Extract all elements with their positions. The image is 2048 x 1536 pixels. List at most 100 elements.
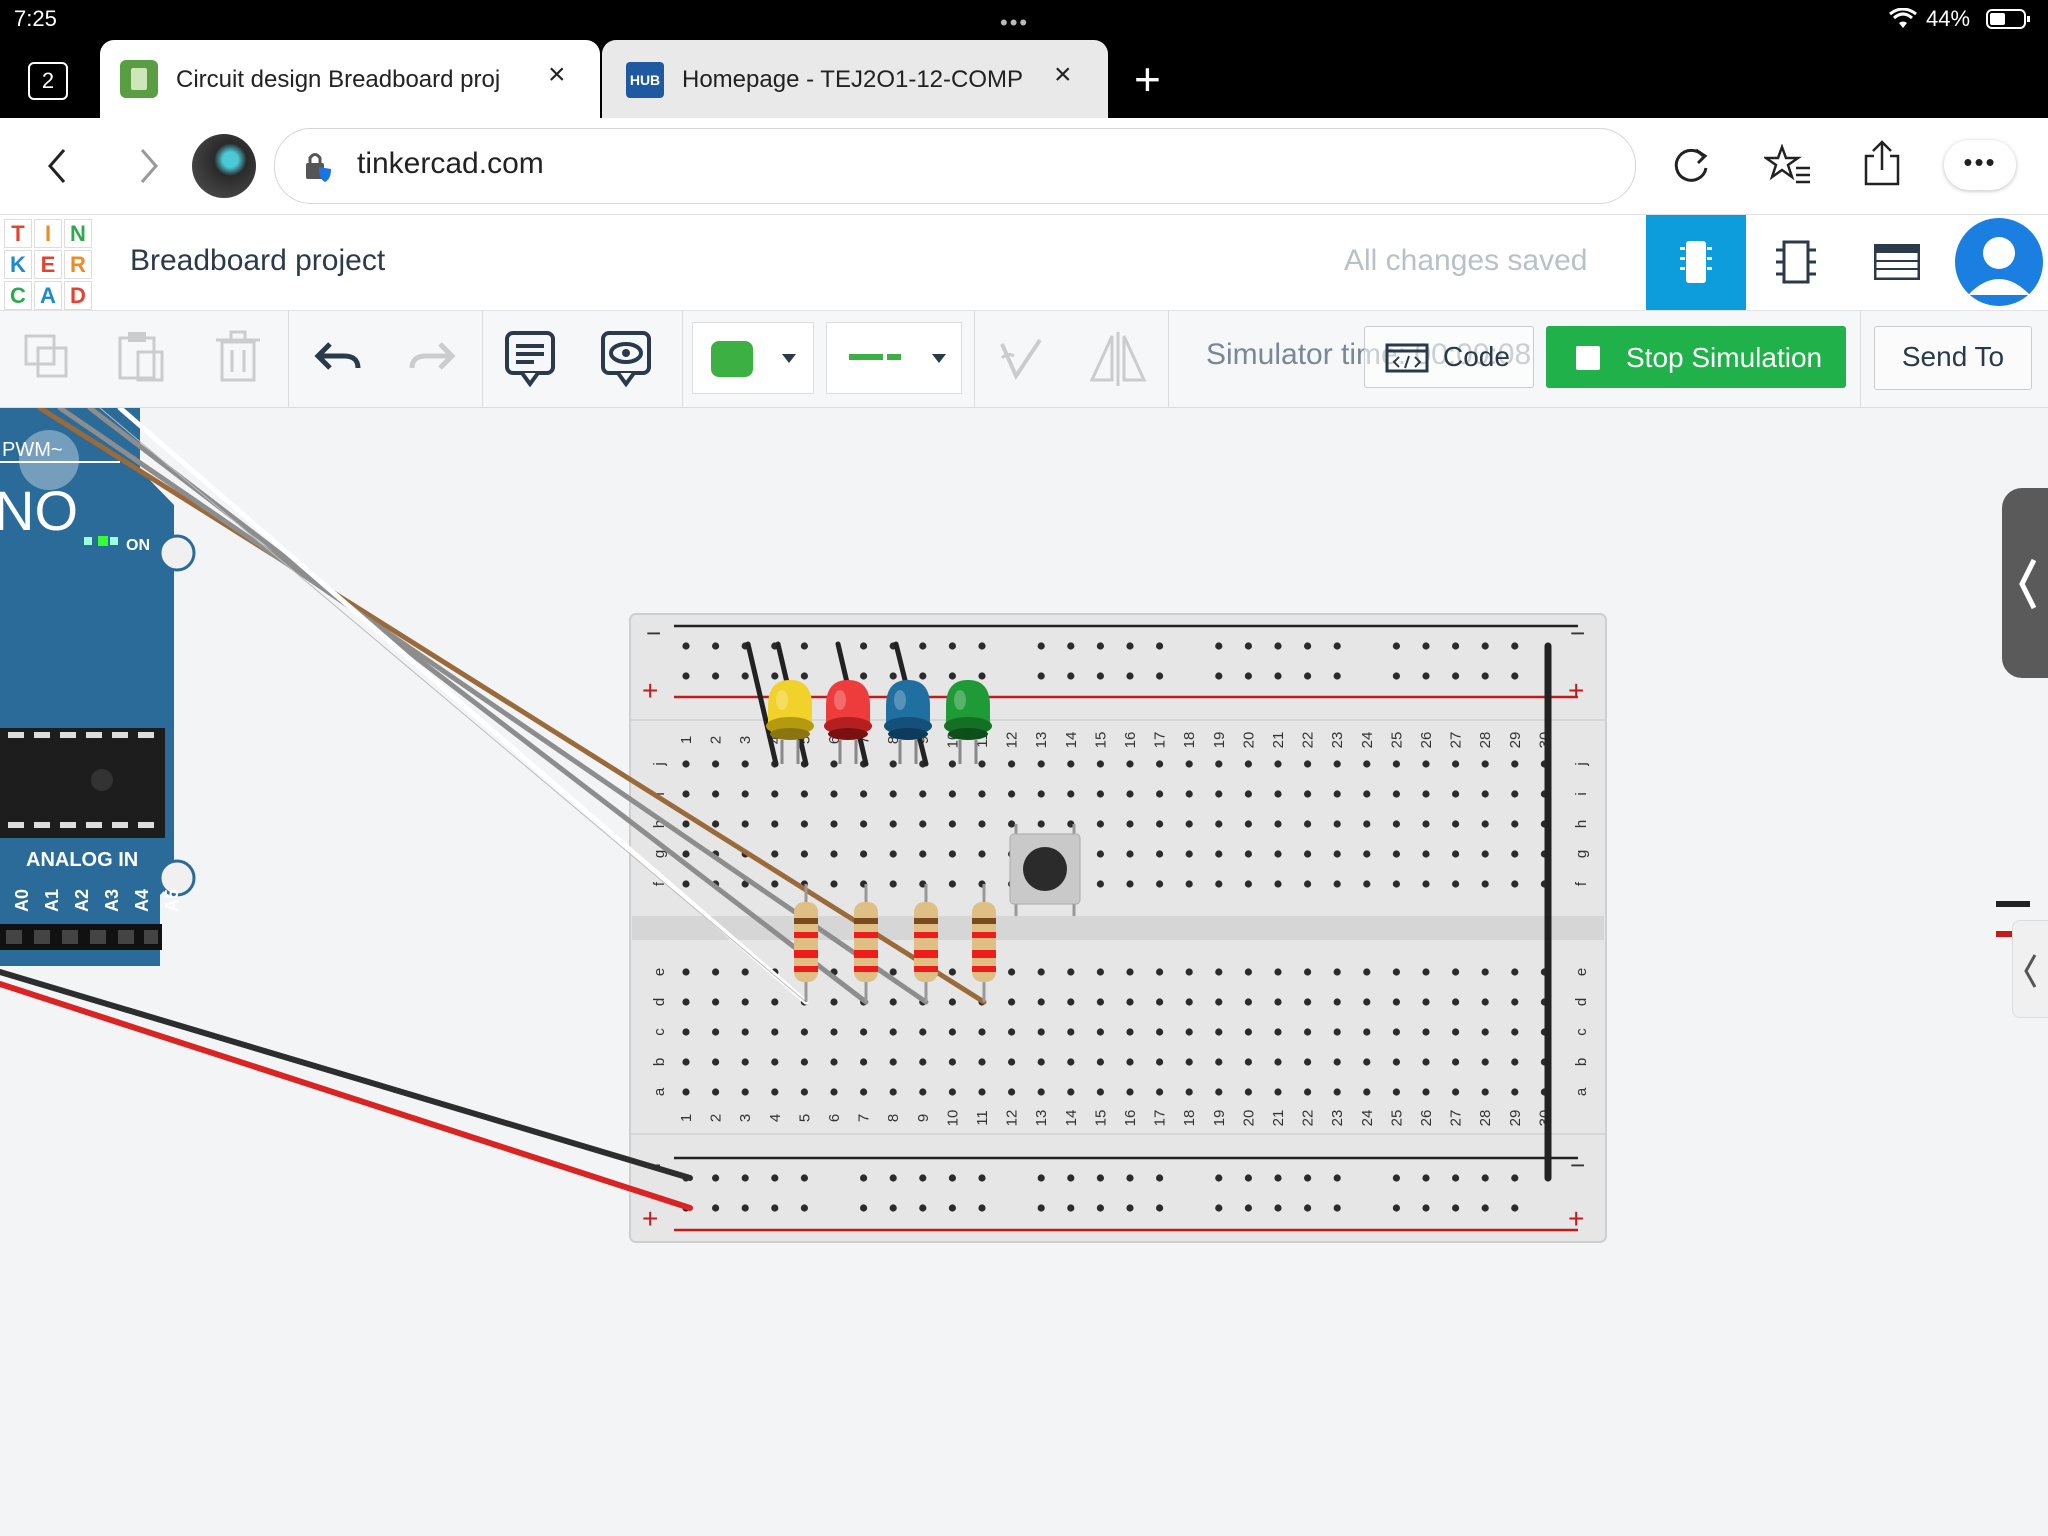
breadboard-hole[interactable] (1185, 790, 1193, 798)
breadboard-hole[interactable] (1156, 760, 1164, 768)
rail-hole[interactable] (1333, 1174, 1341, 1182)
breadboard-hole[interactable] (741, 1028, 749, 1036)
breadboard-hole[interactable] (889, 1088, 897, 1096)
rail-hole[interactable] (860, 1174, 868, 1182)
notes-icon[interactable] (504, 330, 556, 388)
breadboard-hole[interactable] (1452, 760, 1460, 768)
breadboard-hole[interactable] (830, 850, 838, 858)
breadboard-hole[interactable] (771, 1088, 779, 1096)
rail-hole[interactable] (1304, 642, 1312, 650)
breadboard-hole[interactable] (771, 850, 779, 858)
breadboard-hole[interactable] (1244, 1028, 1252, 1036)
rail-hole[interactable] (860, 1204, 868, 1212)
rail-hole[interactable] (919, 642, 927, 650)
breadboard-hole[interactable] (1274, 850, 1282, 858)
breadboard-hole[interactable] (1126, 850, 1134, 858)
rail-hole[interactable] (1067, 642, 1075, 650)
breadboard-hole[interactable] (741, 1058, 749, 1066)
breadboard-hole[interactable] (1511, 998, 1519, 1006)
forward-icon[interactable] (136, 146, 160, 186)
breadboard-hole[interactable] (889, 998, 897, 1006)
breadboard-hole[interactable] (889, 1028, 897, 1036)
rail-hole[interactable] (741, 672, 749, 680)
breadboard-hole[interactable] (919, 820, 927, 828)
breadboard-hole[interactable] (1244, 968, 1252, 976)
rail-hole[interactable] (1126, 672, 1134, 680)
breadboard-hole[interactable] (1126, 1028, 1134, 1036)
breadboard-hole[interactable] (948, 880, 957, 888)
breadboard-hole[interactable] (830, 790, 838, 798)
breadboard-hole[interactable] (1422, 880, 1430, 888)
breadboard-hole[interactable] (800, 820, 809, 828)
rail-hole[interactable] (1037, 1174, 1045, 1182)
rail-hole[interactable] (978, 672, 986, 680)
rail-hole[interactable] (1067, 672, 1075, 680)
breadboard-hole[interactable] (1096, 998, 1104, 1006)
breadboard-hole[interactable] (1481, 760, 1489, 768)
share-icon[interactable] (1862, 140, 1902, 188)
rail-hole[interactable] (712, 642, 720, 650)
new-tab-icon[interactable]: + (1134, 52, 1161, 106)
rail-hole[interactable] (919, 672, 927, 680)
breadboard-hole[interactable] (1304, 998, 1312, 1006)
rail-hole[interactable] (1096, 1204, 1104, 1212)
rail-hole[interactable] (1452, 1174, 1460, 1182)
breadboard-hole[interactable] (1304, 850, 1312, 858)
project-title[interactable]: Breadboard project (130, 244, 385, 278)
rail-hole[interactable] (978, 1204, 986, 1212)
breadboard-hole[interactable] (1215, 760, 1223, 768)
rail-hole[interactable] (1422, 1174, 1430, 1182)
breadboard-hole[interactable] (682, 968, 690, 976)
breadboard-hole[interactable] (948, 968, 957, 976)
breadboard-hole[interactable] (1244, 998, 1252, 1006)
breadboard-hole[interactable] (1244, 820, 1252, 828)
breadboard-hole[interactable] (1422, 790, 1430, 798)
breadboard-hole[interactable] (919, 850, 927, 858)
breadboard-hole[interactable] (771, 790, 779, 798)
rail-hole[interactable] (919, 1174, 927, 1182)
breadboard-hole[interactable] (800, 790, 809, 798)
breadboard-hole[interactable] (830, 1088, 838, 1096)
breadboard-hole[interactable] (948, 760, 957, 768)
rail-hole[interactable] (1215, 672, 1223, 680)
breadboard-hole[interactable] (1511, 880, 1519, 888)
rail-hole[interactable] (1333, 672, 1341, 680)
breadboard-hole[interactable] (1363, 790, 1371, 798)
breadboard-hole[interactable] (1037, 820, 1045, 828)
breadboard-hole[interactable] (1126, 760, 1134, 768)
breadboard-hole[interactable] (1363, 850, 1371, 858)
breadboard-hole[interactable] (1481, 1028, 1489, 1036)
rail-hole[interactable] (1392, 642, 1400, 650)
breadboard-hole[interactable] (1333, 880, 1341, 888)
rail-hole[interactable] (800, 1174, 809, 1182)
breadboard-hole[interactable] (1126, 968, 1134, 976)
wire-type-picker[interactable] (826, 322, 962, 394)
breadboard-hole[interactable] (1481, 968, 1489, 976)
breadboard-hole[interactable] (1304, 1058, 1312, 1066)
tab-circuit-design[interactable]: Circuit design Breadboard proj × (100, 40, 600, 118)
rail-hole[interactable] (1333, 642, 1341, 650)
circuit-drawing[interactable]: PWM~ NO ON ANALOG IN A0 A1 A2 A3 A4 A5 112233… (0, 408, 2048, 1536)
breadboard-hole[interactable] (889, 760, 897, 768)
rail-hole[interactable] (1244, 642, 1252, 650)
breadboard-hole[interactable] (1215, 790, 1223, 798)
breadboard-hole[interactable] (1481, 790, 1489, 798)
breadboard-hole[interactable] (1304, 820, 1312, 828)
breadboard-hole[interactable] (1392, 820, 1400, 828)
breadboard-hole[interactable] (741, 790, 749, 798)
rail-hole[interactable] (1511, 1174, 1519, 1182)
breadboard-hole[interactable] (1422, 1028, 1430, 1036)
breadboard-hole[interactable] (1096, 760, 1104, 768)
breadboard-hole[interactable] (1422, 968, 1430, 976)
breadboard-hole[interactable] (1156, 1088, 1164, 1096)
breadboard-hole[interactable] (682, 790, 690, 798)
breadboard-hole[interactable] (1008, 790, 1016, 798)
rail-hole[interactable] (1244, 1174, 1252, 1182)
rail-hole[interactable] (1304, 1204, 1312, 1212)
breadboard-hole[interactable] (771, 820, 779, 828)
rail-hole[interactable] (948, 672, 957, 680)
breadboard-hole[interactable] (919, 1058, 927, 1066)
breadboard-hole[interactable] (1363, 968, 1371, 976)
rail-hole[interactable] (800, 642, 809, 650)
breadboard-hole[interactable] (860, 1088, 868, 1096)
